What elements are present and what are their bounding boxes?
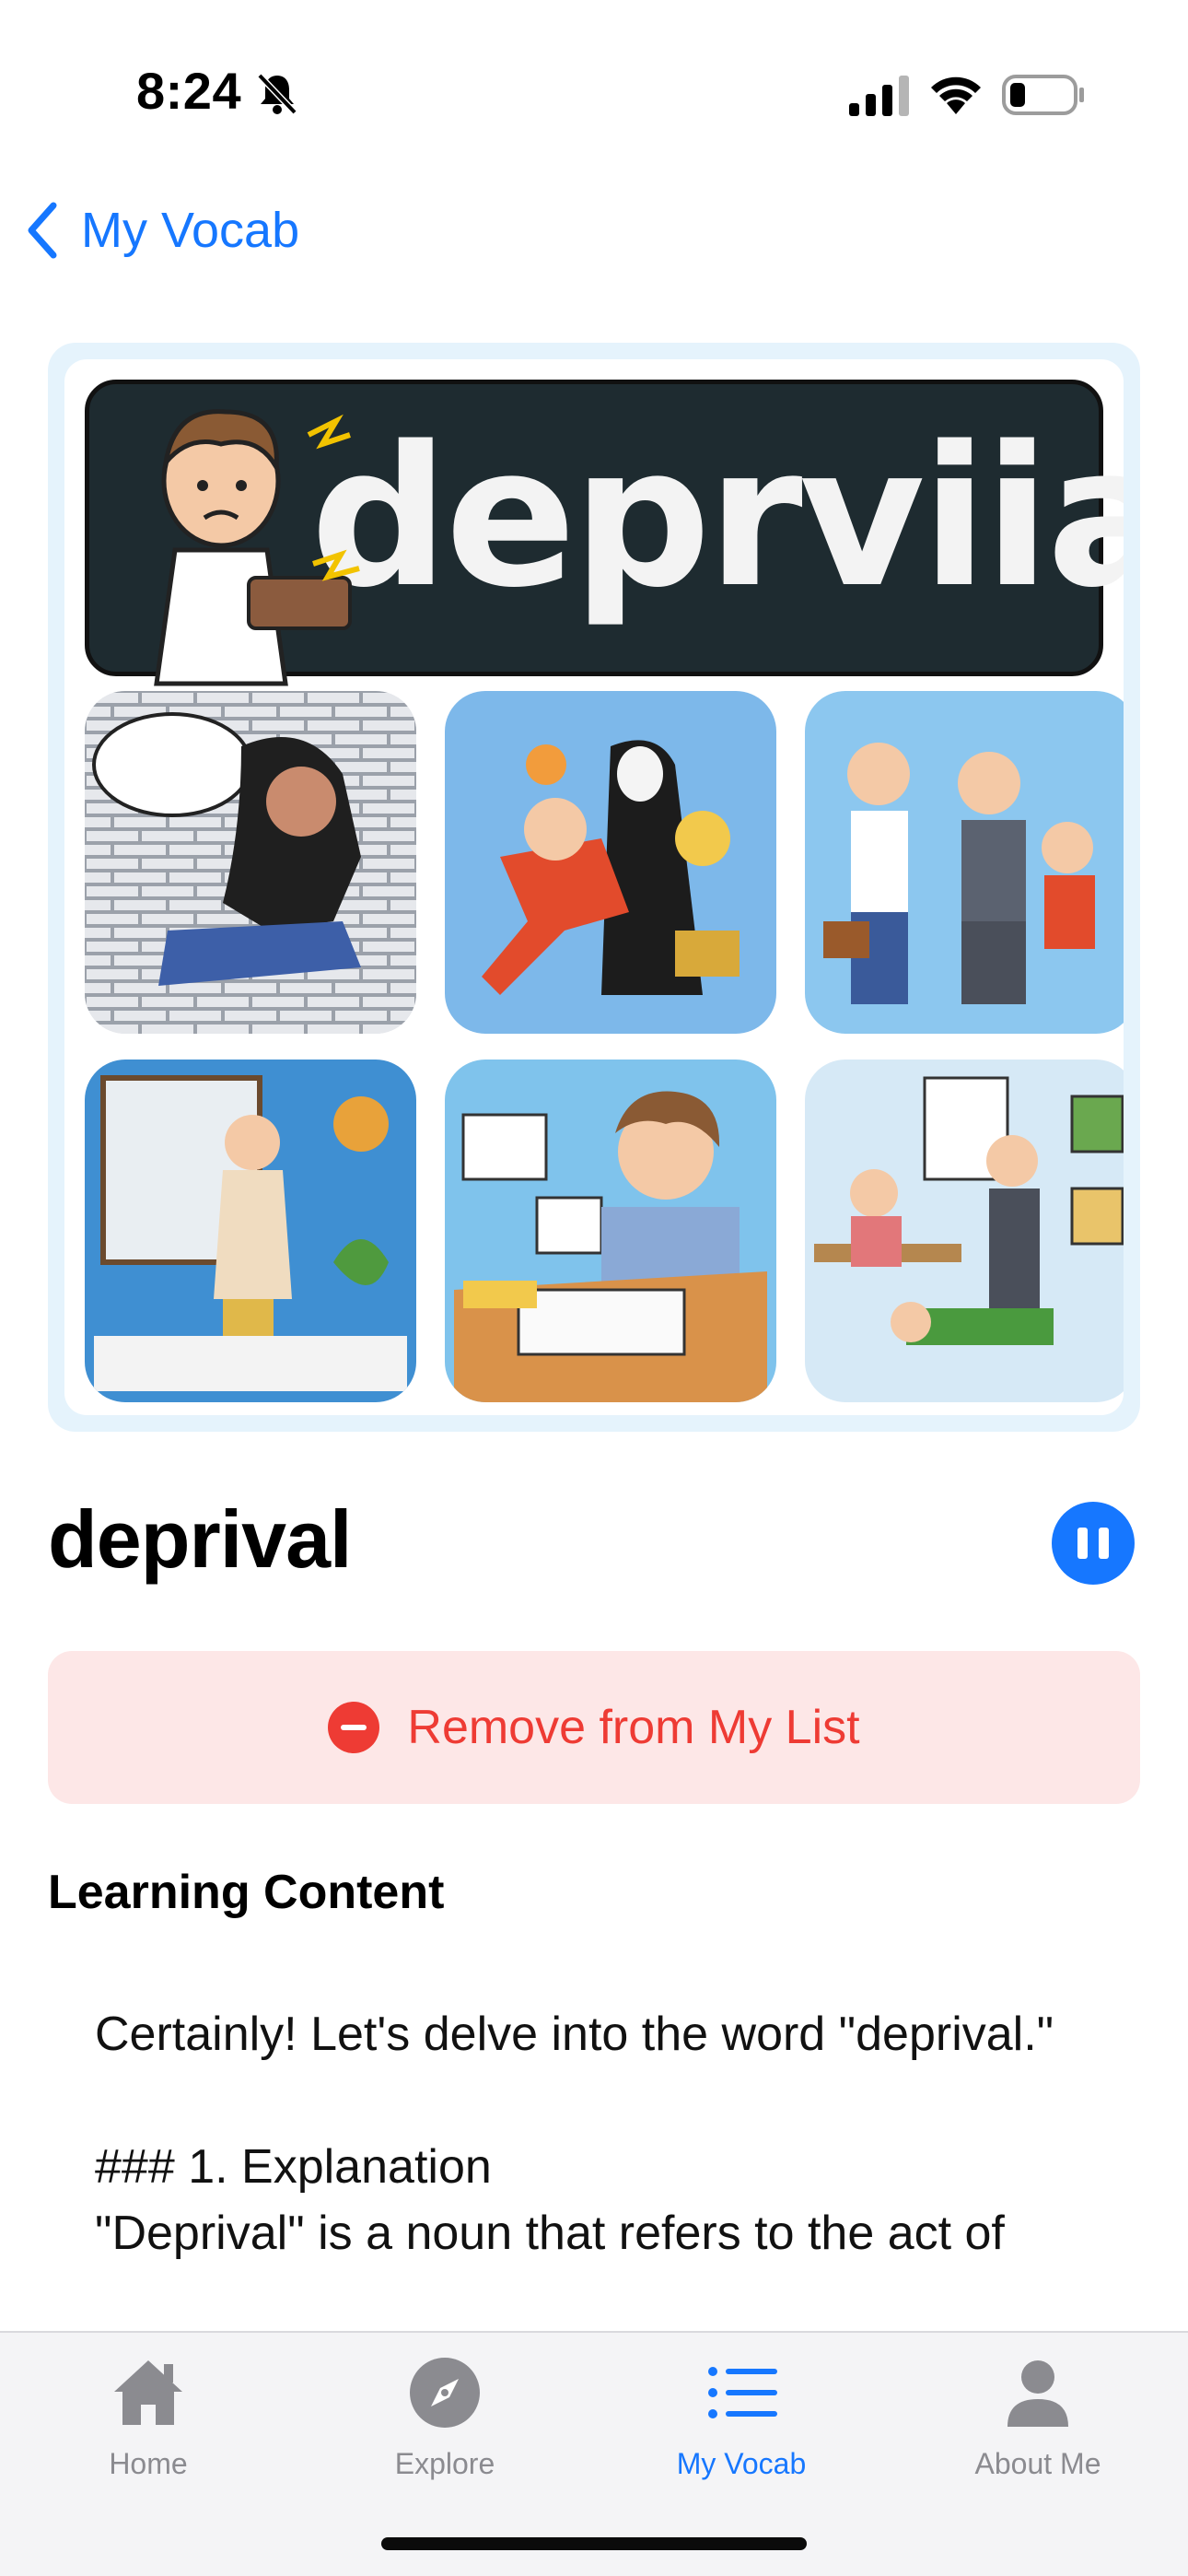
tab-my-vocab[interactable]: My Vocab	[593, 2351, 890, 2508]
tab-about-me[interactable]: About Me	[890, 2351, 1186, 2508]
tab-explore[interactable]: Explore	[297, 2351, 593, 2508]
back-button[interactable]: My Vocab	[24, 193, 299, 267]
illustration-panel-3	[805, 691, 1124, 1034]
pause-audio-button[interactable]	[1052, 1502, 1135, 1585]
tab-explore-label: Explore	[394, 2447, 495, 2480]
battery-icon	[1002, 75, 1084, 115]
pause-icon-bar	[1099, 1528, 1109, 1559]
house-icon	[114, 2360, 182, 2425]
illustration-banner-text: deprviial’	[310, 404, 1124, 630]
illustration-panel-4	[85, 1060, 416, 1402]
illustration-panel-6	[805, 1060, 1124, 1402]
back-button-label: My Vocab	[81, 203, 300, 258]
learning-content-heading: Learning Content	[48, 1866, 445, 1919]
sad-boy-illustration	[154, 409, 360, 686]
remove-button-label: Remove from My List	[407, 1701, 860, 1754]
person-icon	[1007, 2360, 1068, 2427]
illustration-panel-2	[445, 691, 776, 1034]
tab-home[interactable]: Home	[0, 2351, 297, 2508]
word-illustration: deprviial’	[48, 343, 1140, 1432]
wifi-icon	[931, 76, 981, 114]
illustration-panel-1	[85, 691, 416, 1034]
tab-my-vocab-label: My Vocab	[676, 2447, 807, 2480]
vocab-detail-screen: 8:24 My Vocab deprviia deprival Remove f…	[0, 0, 1188, 2576]
compass-icon	[410, 2358, 480, 2428]
list-icon	[708, 2367, 777, 2418]
minus-circle-icon	[328, 1702, 380, 1753]
learning-content-text: Certainly! Let's delve into the word "de…	[95, 2008, 1054, 2260]
illustration-canvas: deprviial’	[64, 359, 1124, 1415]
cellular-signal-icon	[849, 76, 909, 116]
home-indicator[interactable]	[381, 2537, 807, 2550]
pause-icon	[1077, 1528, 1088, 1559]
status-time: 8:24	[136, 62, 242, 120]
tab-about-me-label: About Me	[974, 2447, 1101, 2480]
remove-from-list-button[interactable]: Remove from My List	[48, 1651, 1140, 1804]
word-title: deprival	[48, 1493, 352, 1585]
status-bar: 8:24	[0, 0, 1188, 184]
bell-slash-icon	[257, 73, 297, 115]
tab-home-label: Home	[109, 2447, 188, 2480]
chevron-left-icon	[28, 202, 57, 259]
illustration-panel-5	[445, 1060, 776, 1402]
